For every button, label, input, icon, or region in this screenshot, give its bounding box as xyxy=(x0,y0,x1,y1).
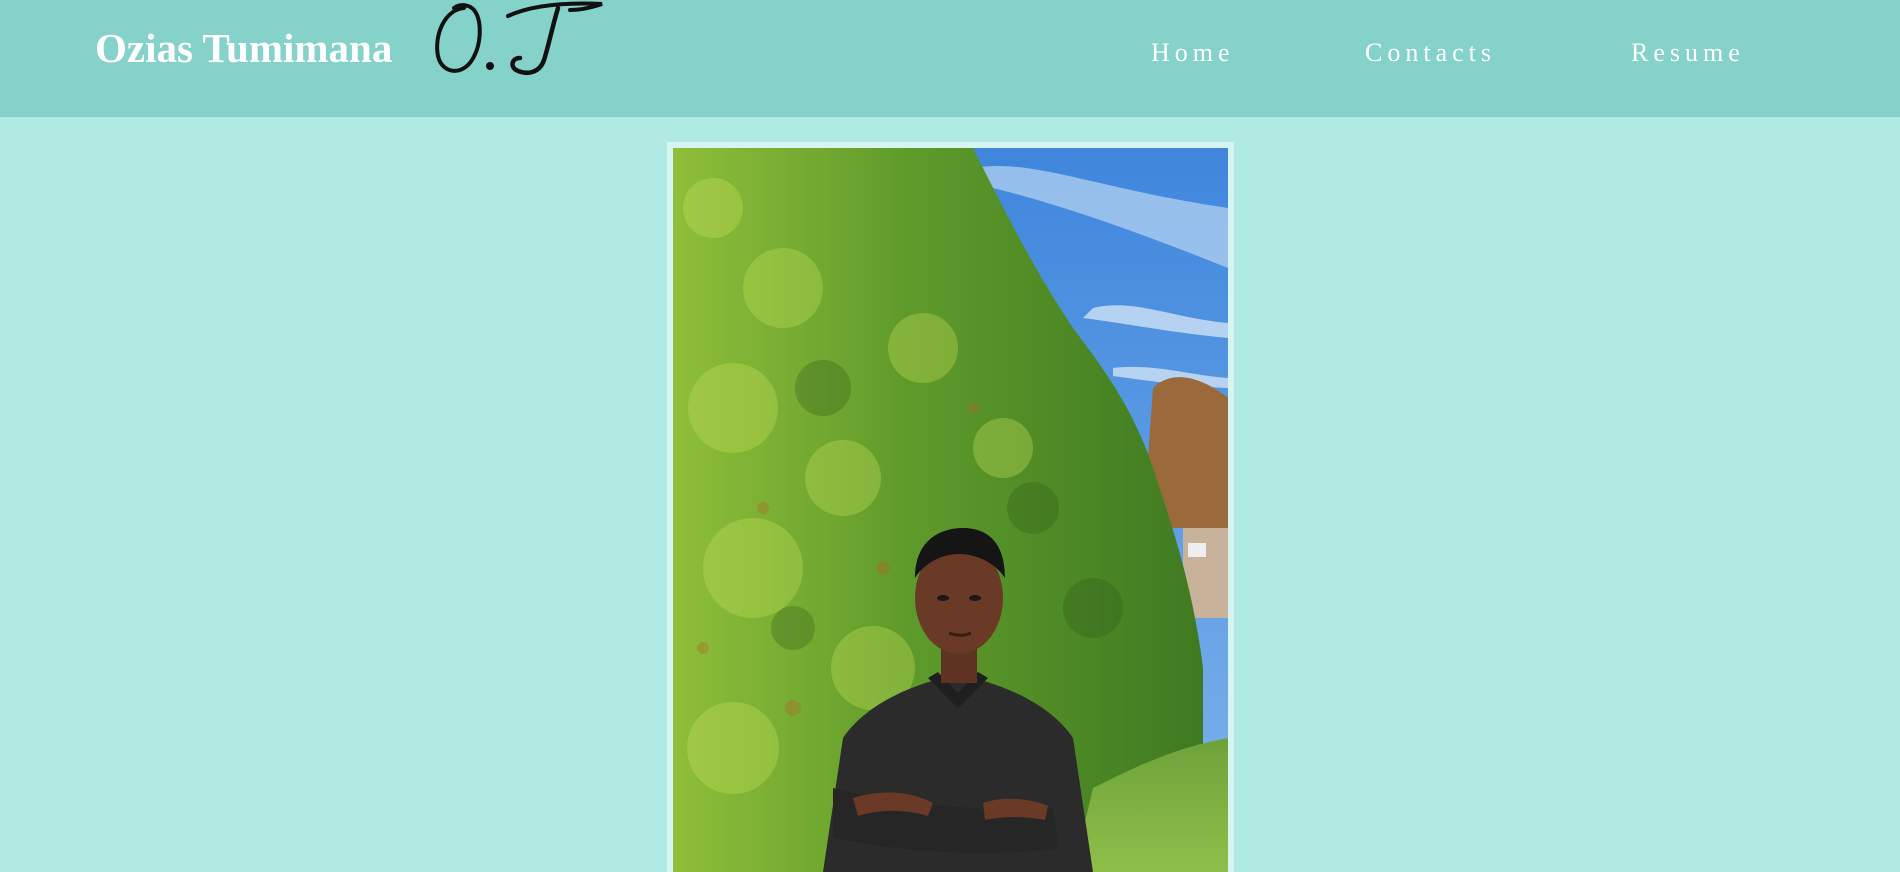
nav-contacts-link[interactable]: Contacts xyxy=(1365,38,1496,68)
logo-signature[interactable] xyxy=(430,0,610,78)
portrait-frame xyxy=(667,142,1234,872)
nav-home-link[interactable]: Home xyxy=(1151,38,1235,68)
site-name[interactable]: Ozias Tumimana xyxy=(95,24,392,72)
site-header: Ozias Tumimana Home Contacts Resume xyxy=(0,0,1900,117)
nav-resume-link[interactable]: Resume xyxy=(1631,38,1745,68)
portrait-photo xyxy=(673,148,1228,872)
